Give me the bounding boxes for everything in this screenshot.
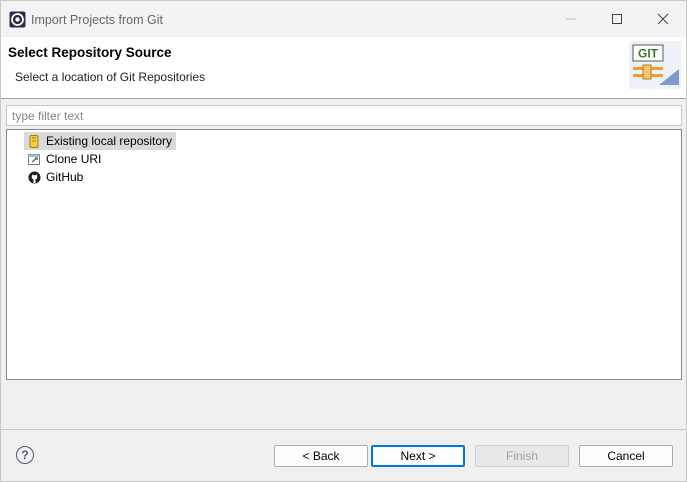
close-icon[interactable] [640,1,686,37]
eclipse-app-icon [9,11,26,28]
tree-item-existing-local-repository[interactable]: Existing local repository [24,132,177,150]
window-title: Import Projects from Git [31,13,163,27]
repository-icon [27,134,41,148]
maximize-icon[interactable] [594,1,640,37]
back-button[interactable]: < Back [274,445,368,467]
tree-item-label: Clone URI [46,152,102,166]
git-logo-icon: GIT [629,41,681,89]
minimize-icon[interactable] [548,1,594,37]
next-button[interactable]: Next > [371,445,465,467]
title-bar[interactable]: Import Projects from Git [1,1,686,37]
help-icon[interactable]: ? [16,446,34,464]
finish-button[interactable]: Finish [475,445,569,467]
tree-item-label: Existing local repository [46,134,173,148]
cancel-button[interactable]: Cancel [579,445,673,467]
tree-item-clone-uri[interactable]: Clone URI [24,150,105,168]
footer-separator [1,429,686,430]
github-icon [27,170,41,184]
wizard-banner: Select Repository Source Select a locati… [1,37,686,99]
import-dialog: Import Projects from Git Select Reposito… [0,0,687,482]
repository-source-tree[interactable]: Existing local repository Clone URI GitH… [6,129,682,380]
svg-text:GIT: GIT [638,47,659,61]
page-title: Select Repository Source [8,45,172,60]
filter-input[interactable] [6,105,682,126]
clone-uri-icon [27,152,41,166]
tree-item-github[interactable]: GitHub [24,168,87,186]
tree-item-label: GitHub [46,170,84,184]
page-description: Select a location of Git Repositories [15,70,206,84]
